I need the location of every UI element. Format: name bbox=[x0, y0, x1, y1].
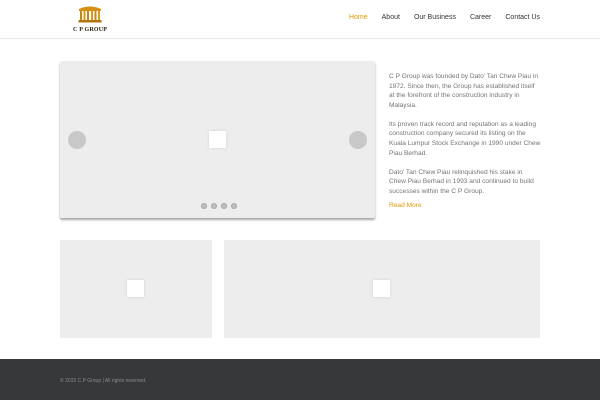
slider-dot-2[interactable] bbox=[211, 203, 217, 209]
image-placeholder-icon bbox=[127, 280, 144, 297]
brand-name: C P GROUP bbox=[73, 27, 108, 33]
image-placeholder-icon bbox=[209, 131, 226, 148]
about-paragraph-2: Its proven track record and reputation a… bbox=[389, 120, 541, 157]
slider-dot-4[interactable] bbox=[231, 203, 237, 209]
about-paragraph-1: C P Group was founded by Dato' Tan Chew … bbox=[389, 73, 539, 109]
read-more-link[interactable]: Read More bbox=[389, 202, 422, 209]
image-placeholder-icon bbox=[373, 280, 390, 297]
nav-item-contact-us[interactable]: Contact Us bbox=[505, 13, 540, 23]
slider-pagination bbox=[201, 203, 237, 209]
slider-dot-1[interactable] bbox=[201, 203, 207, 209]
circle-next-icon[interactable] bbox=[349, 131, 367, 149]
circle-prev-icon[interactable] bbox=[68, 131, 86, 149]
nav-item-career[interactable]: Career bbox=[470, 13, 491, 23]
nav-item-home[interactable]: Home bbox=[349, 13, 368, 23]
nav-item-about[interactable]: About bbox=[382, 13, 400, 23]
about-text: C P Group was founded by Dato' Tan Chew … bbox=[389, 72, 541, 206]
site-footer: © 2015 C P Group | All rights reserved. bbox=[0, 359, 600, 400]
slider-dot-3[interactable] bbox=[221, 203, 227, 209]
image-slider bbox=[60, 61, 375, 218]
site-header: C P GROUP Home About Our Business Career… bbox=[0, 0, 600, 39]
about-paragraph-3: Dato' Tan Chew Piau relinquished his sta… bbox=[389, 168, 534, 195]
pillars-logo-icon bbox=[78, 6, 102, 23]
copyright-text: © 2015 C P Group | All rights reserved. bbox=[60, 378, 147, 384]
image-tile-right[interactable] bbox=[224, 240, 540, 338]
image-tile-left[interactable] bbox=[60, 240, 212, 338]
brand-logo[interactable]: C P GROUP bbox=[73, 5, 109, 35]
nav-item-our-business[interactable]: Our Business bbox=[414, 13, 456, 23]
main-nav: Home About Our Business Career Contact U… bbox=[335, 13, 540, 23]
